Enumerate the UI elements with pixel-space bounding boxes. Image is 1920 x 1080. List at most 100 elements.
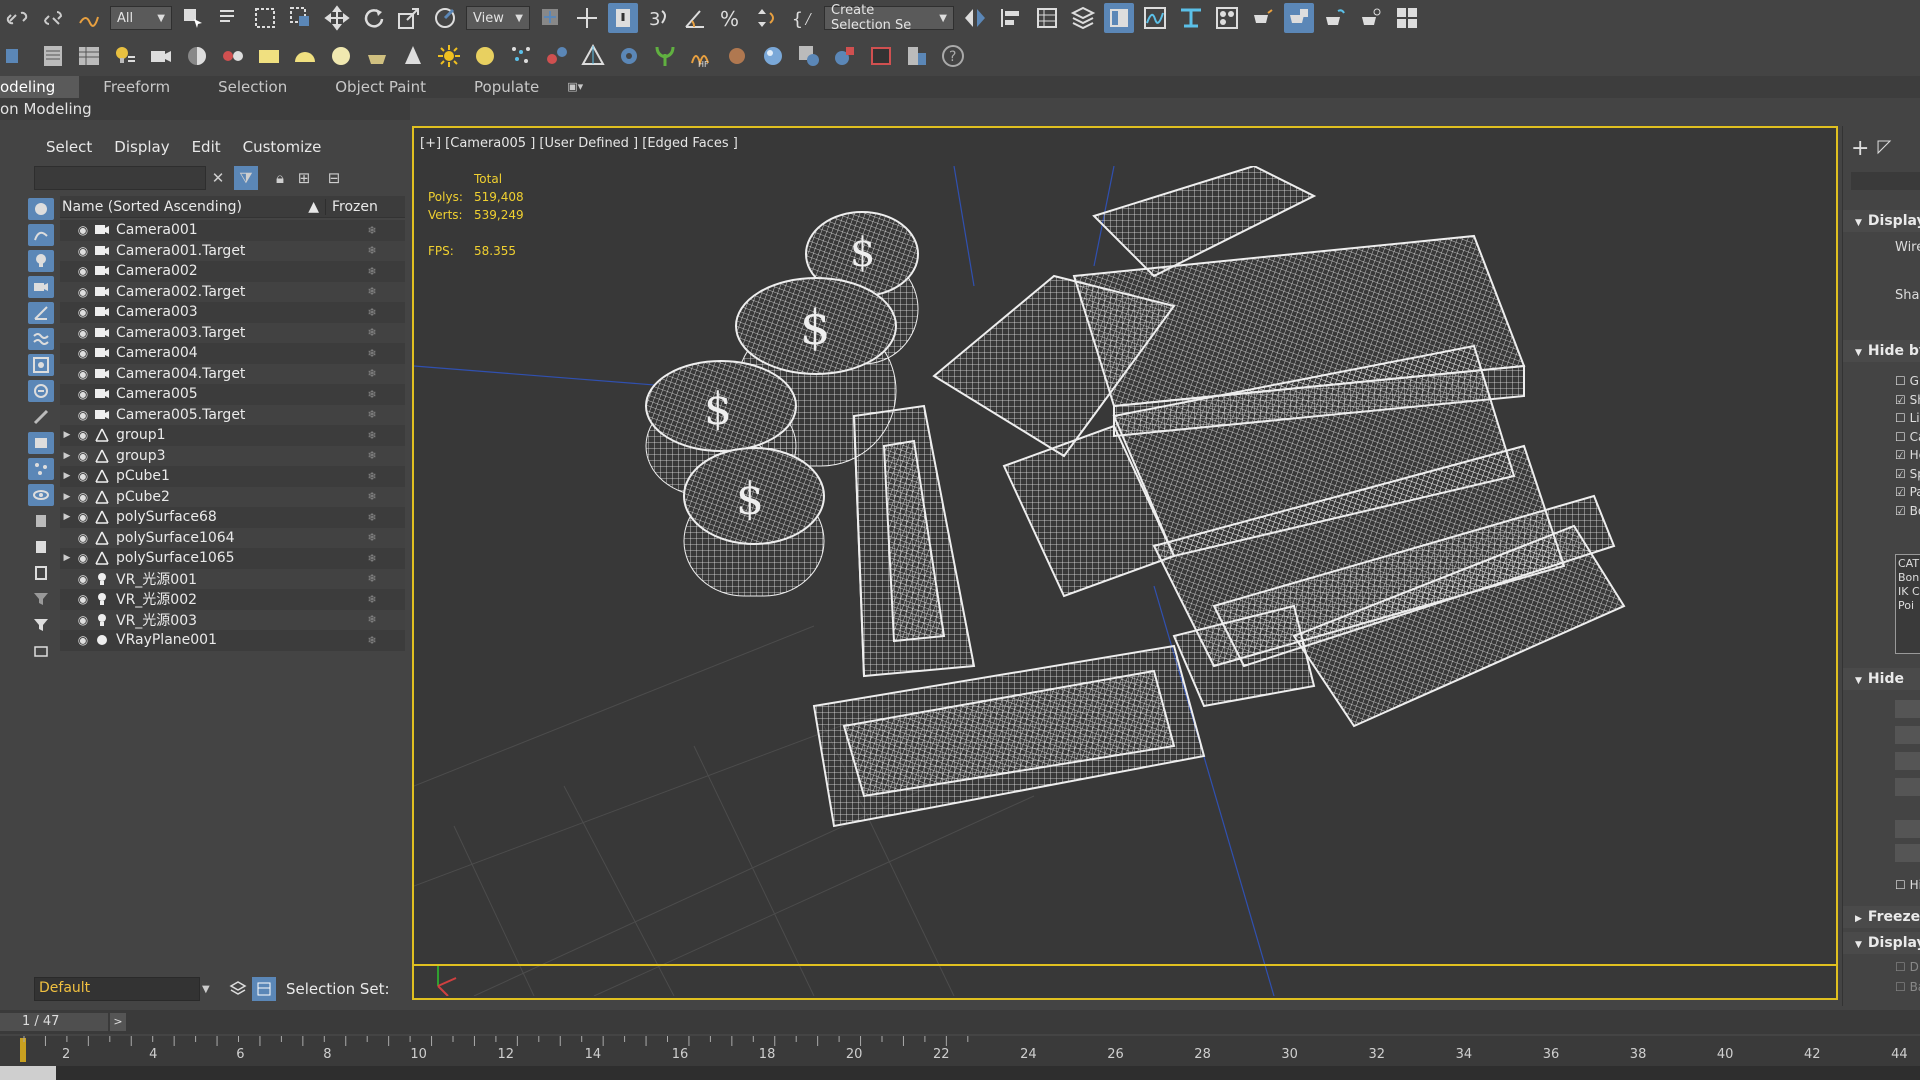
visibility-eye-icon[interactable]: ◉ (74, 367, 92, 381)
hide-by-checkbox[interactable]: ☐ Li (1895, 411, 1920, 425)
tab-modeling[interactable]: odeling (0, 76, 80, 98)
display-bones-icon[interactable] (28, 406, 54, 428)
sphere-icon[interactable] (326, 41, 356, 71)
chevron-down-icon[interactable]: ▼ (202, 984, 210, 995)
expand-arrow-icon[interactable]: ▶ (60, 512, 74, 522)
viewport-camera005[interactable]: [+] [Camera005 ] [User Defined ] [Edged … (412, 126, 1838, 1000)
explorer-row[interactable]: ◉ Camera002.Target ❄ (60, 281, 405, 302)
hide-by-list-item[interactable]: Bon (1898, 571, 1920, 585)
render-elements-icon[interactable] (218, 41, 248, 71)
frozen-toggle-icon[interactable]: ❄ (352, 449, 392, 462)
current-frame-marker[interactable] (20, 1038, 26, 1062)
render-region-icon[interactable] (866, 41, 896, 71)
explorer-row[interactable]: ▶ ◉ polySurface68 ❄ (60, 507, 405, 528)
visibility-eye-icon[interactable]: ◉ (74, 510, 92, 524)
menu-select[interactable]: Select (46, 138, 92, 156)
rendered-frame-window-icon[interactable] (1284, 3, 1314, 33)
explorer-row[interactable]: ◉ Camera003.Target ❄ (60, 322, 405, 343)
frozen-toggle-icon[interactable]: ❄ (352, 511, 392, 524)
scale-icon[interactable] (394, 3, 424, 33)
named-selection-dropdown[interactable]: Create Selection Se ▼ (824, 3, 954, 33)
light-lister-icon[interactable] (110, 41, 140, 71)
explorer-row[interactable]: ◉ Camera001.Target ❄ (60, 240, 405, 261)
filter-settings-icon[interactable] (28, 588, 54, 610)
material-map-icon[interactable] (794, 41, 824, 71)
visibility-eye-icon[interactable]: ◉ (74, 428, 92, 442)
menu-edit[interactable]: Edit (192, 138, 221, 156)
hide-by-hit-button[interactable] (1895, 778, 1920, 796)
hide-by-checkbox[interactable]: ☐ G (1895, 374, 1919, 388)
percent-snap-icon[interactable]: % (716, 3, 746, 33)
render-shortcuts-icon[interactable] (1392, 3, 1422, 33)
frozen-toggle-icon[interactable]: ❄ (352, 470, 392, 483)
unhide-all-button[interactable] (1895, 820, 1920, 838)
visibility-eye-icon[interactable]: ◉ (74, 305, 92, 319)
frozen-toggle-icon[interactable]: ❄ (352, 388, 392, 401)
visibility-eye-icon[interactable]: ◉ (74, 551, 92, 565)
selection-filter-dropdown[interactable]: All ▼ (110, 6, 172, 30)
rollout-hide[interactable]: ▼ Hide (1843, 668, 1920, 690)
frozen-toggle-icon[interactable]: ❄ (352, 367, 392, 380)
invert-display-icon[interactable] (28, 562, 54, 584)
cone-icon[interactable] (398, 41, 428, 71)
shading-icon[interactable] (182, 41, 212, 71)
render-iterative-icon[interactable] (1356, 3, 1386, 33)
menu-customize[interactable]: Customize (243, 138, 322, 156)
modify-tab-icon[interactable]: ◸ (1877, 136, 1891, 161)
visibility-eye-icon[interactable]: ◉ (74, 346, 92, 360)
frozen-toggle-icon[interactable]: ❄ (352, 490, 392, 503)
explorer-row[interactable]: ◉ Camera005 ❄ (60, 384, 405, 405)
display-containers-icon[interactable] (28, 432, 54, 454)
render-setup-icon[interactable] (1248, 3, 1278, 33)
hide-by-checkbox[interactable]: ☐ Ca (1895, 430, 1920, 444)
filter-icon[interactable] (28, 614, 54, 636)
rect-selection-icon[interactable] (250, 3, 280, 33)
ribbon-panel-label[interactable]: on Modeling (0, 98, 410, 120)
display-xrefs-icon[interactable] (28, 380, 54, 402)
tab-freeform[interactable]: Freeform (79, 76, 194, 98)
window-crossing-icon[interactable] (286, 3, 316, 33)
hide-selected-button[interactable] (1895, 700, 1920, 718)
hide-by-name-button[interactable] (1895, 752, 1920, 770)
explorer-row[interactable]: ◉ Camera004 ❄ (60, 343, 405, 364)
material-sphere-icon[interactable] (758, 41, 788, 71)
expand-arrow-icon[interactable]: ▶ (60, 553, 74, 563)
next-frame-button[interactable]: > (110, 1013, 126, 1031)
select-object-icon[interactable] (178, 3, 208, 33)
explorer-search-input[interactable] (34, 166, 206, 190)
hide-by-list-item[interactable]: Poi (1898, 599, 1920, 613)
visibility-eye-icon[interactable]: ◉ (74, 285, 92, 299)
expand-arrow-icon[interactable]: ▶ (60, 451, 74, 461)
place-icon[interactable] (430, 3, 460, 33)
display-particles-icon[interactable] (28, 458, 54, 480)
explorer-row[interactable]: ◉ Camera003 ❄ (60, 302, 405, 323)
explorer-row[interactable]: ▶ ◉ group3 ❄ (60, 445, 405, 466)
explorer-row[interactable]: ▶ ◉ polySurface1065 ❄ (60, 548, 405, 569)
track-bar[interactable]: 2 4 6 8 10 12 14 16 18 20 22 24 26 28 30 32 34 36 38 40 42 44 (0, 1036, 1920, 1066)
visibility-eye-icon[interactable]: ◉ (74, 244, 92, 258)
layers-icon[interactable] (226, 977, 250, 1001)
explorer-row[interactable]: ◉ VR_光源003 ❄ (60, 609, 405, 630)
hide-unselected-button[interactable] (1895, 726, 1920, 744)
render-material-icon[interactable] (830, 41, 860, 71)
display-spacewarps-icon[interactable] (28, 328, 54, 350)
hierarchy-view-icon[interactable] (252, 977, 276, 1001)
rollout-freeze[interactable]: ▶ Freeze (1843, 906, 1920, 928)
explorer-row[interactable]: ◉ polySurface1064 ❄ (60, 527, 405, 548)
hide-frozen-checkbox[interactable]: ☐ Hi (1895, 878, 1920, 892)
frozen-toggle-icon[interactable]: ❄ (352, 347, 392, 360)
explorer-row[interactable]: ▶ ◉ pCube2 ❄ (60, 486, 405, 507)
hide-by-list-item[interactable]: IK C (1898, 585, 1920, 599)
edit-named-selection-icon[interactable]: {⁄ (788, 3, 818, 33)
clear-search-icon[interactable]: ✕ (206, 166, 230, 190)
frozen-toggle-icon[interactable]: ❄ (352, 572, 392, 585)
display-shapes-icon[interactable] (28, 224, 54, 246)
ribbon-options-icon[interactable]: ▣▾ (563, 76, 587, 98)
time-slider-frame[interactable]: 1 / 47 (0, 1013, 108, 1031)
hide-by-checkbox[interactable]: ☑ Pa (1895, 485, 1920, 499)
molecule-icon[interactable] (542, 41, 572, 71)
expand-arrow-icon[interactable]: ▶ (60, 492, 74, 502)
frozen-toggle-icon[interactable]: ❄ (352, 224, 392, 237)
display-none-icon[interactable] (28, 536, 54, 558)
expand-arrow-icon[interactable]: ▶ (60, 430, 74, 440)
